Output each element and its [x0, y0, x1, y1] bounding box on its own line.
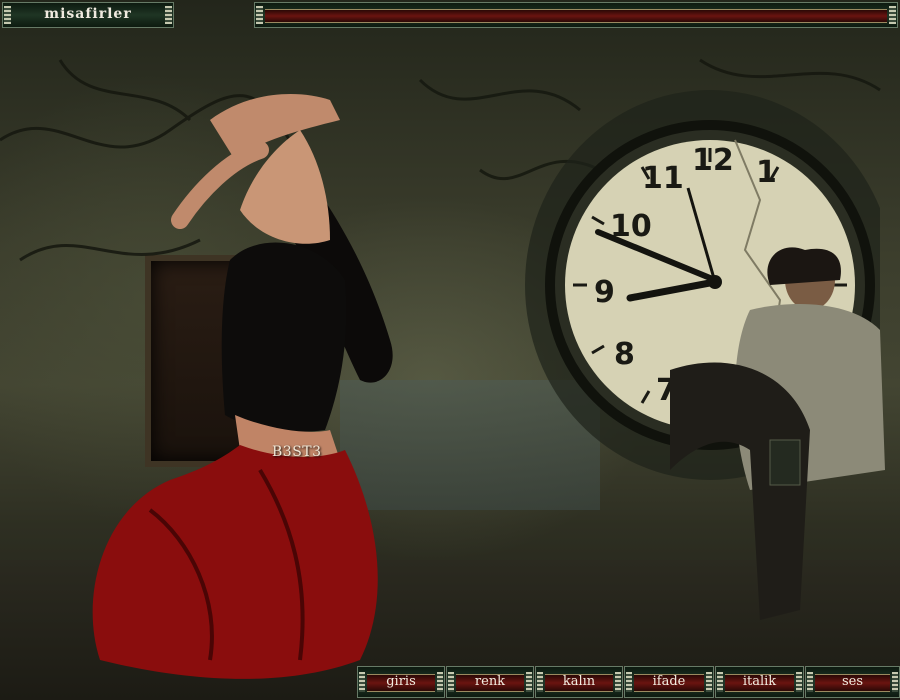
clock-number-11: 11	[642, 161, 684, 196]
dancing-woman-figure	[92, 94, 393, 679]
cup-icon	[769, 439, 801, 486]
bar-grip-icon	[889, 6, 896, 24]
button-grip-icon	[892, 672, 898, 692]
button-grip-icon	[615, 672, 621, 692]
clock-number-1: 1	[756, 155, 777, 190]
button-label: kalın	[562, 674, 596, 689]
sitting-man-figure	[670, 247, 885, 620]
clock-number-9: 9	[594, 275, 615, 310]
page-title: misafirler	[44, 6, 132, 22]
header-bar-strip	[265, 9, 887, 23]
button-grip-icon	[706, 672, 712, 692]
clock-number-8: 8	[614, 337, 635, 372]
renk-button[interactable]: renk	[446, 666, 534, 698]
button-label: ses	[841, 674, 864, 689]
watermark-text: B3ST3	[272, 444, 322, 460]
header-bar	[254, 2, 898, 28]
bottom-toolbar: giris renk kalın ifade italik ses	[357, 666, 900, 698]
button-label: ifade	[652, 674, 686, 689]
ifade-button[interactable]: ifade	[624, 666, 714, 698]
button-grip-icon	[526, 672, 532, 692]
button-label: giris	[386, 674, 416, 689]
button-label: renk	[474, 674, 506, 689]
ses-button[interactable]: ses	[805, 666, 900, 698]
button-grip-icon	[437, 672, 443, 692]
bar-grip-icon	[256, 6, 263, 24]
background-scene: 12 1 11 10 9 8 7 B3ST3	[0, 0, 900, 700]
italik-button[interactable]: italik	[715, 666, 804, 698]
button-grip-icon	[796, 672, 802, 692]
kalin-button[interactable]: kalın	[535, 666, 623, 698]
title-bar: misafirler	[2, 2, 174, 28]
button-label: italik	[742, 674, 777, 689]
clock-number-12: 12	[692, 143, 734, 178]
giris-button[interactable]: giris	[357, 666, 445, 698]
